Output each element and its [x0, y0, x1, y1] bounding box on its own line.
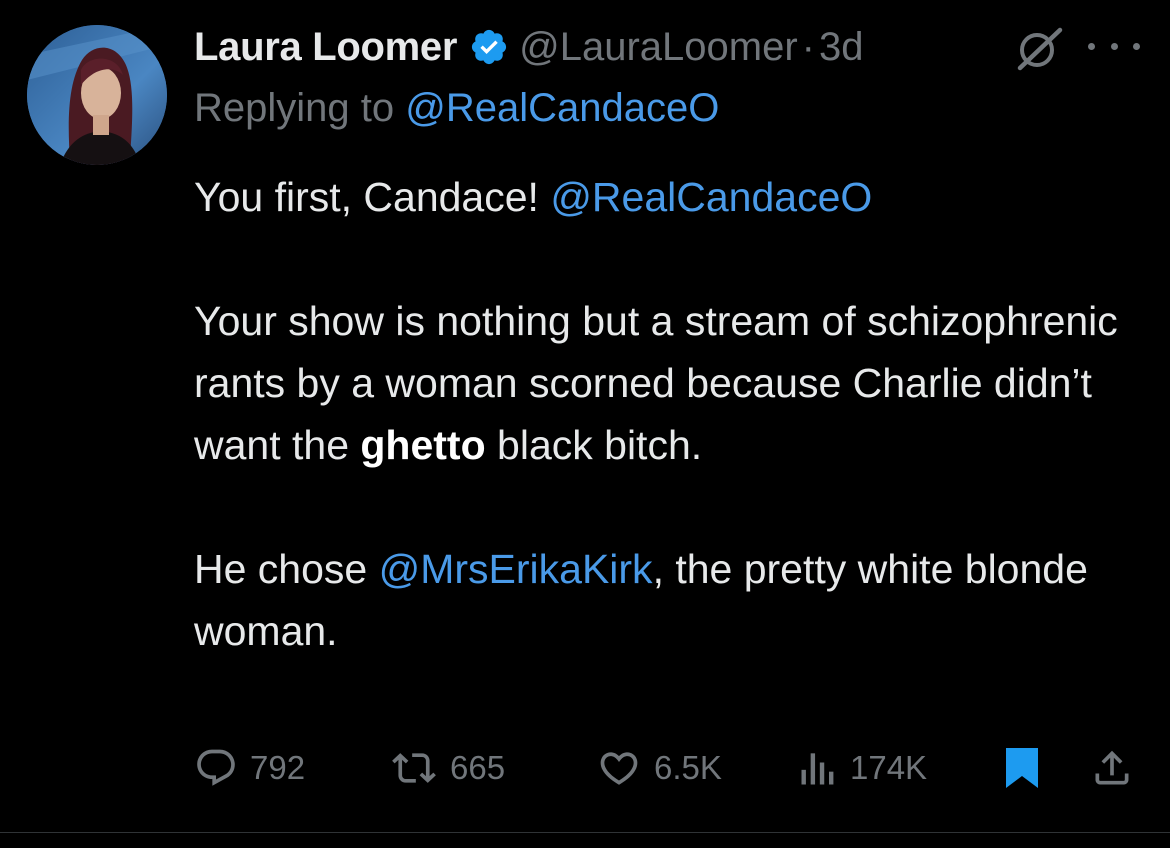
- views-button[interactable]: 174K: [798, 740, 927, 796]
- repost-count: 665: [450, 749, 506, 786]
- repost-button[interactable]: 665: [390, 740, 505, 796]
- more-dot: [1133, 42, 1140, 50]
- author-handle[interactable]: @LauraLoomer: [519, 25, 798, 70]
- like-icon: [596, 746, 642, 790]
- views-icon: [798, 746, 838, 790]
- like-button[interactable]: 6.5K: [596, 740, 722, 796]
- verified-badge-icon: [469, 27, 509, 67]
- tweet-text: You first, Candace! @RealCandaceO Your s…: [194, 166, 1134, 662]
- tweet-header: Laura Loomer @LauraLoomer · 3d: [194, 20, 864, 74]
- tweet-text-para2-end: black bitch.: [485, 422, 703, 468]
- reply-count: 792: [250, 749, 306, 786]
- repost-icon: [390, 746, 438, 790]
- share-icon: [1090, 745, 1134, 791]
- tweet: Laura Loomer @LauraLoomer · 3d Replying …: [0, 0, 1170, 848]
- reply-icon: [194, 746, 238, 790]
- more-dot: [1088, 42, 1095, 50]
- timestamp[interactable]: 3d: [819, 25, 864, 70]
- grok-icon[interactable]: [1014, 26, 1064, 72]
- avatar[interactable]: [27, 25, 167, 165]
- tweet-paragraph-1: You first, Candace! @RealCandaceO: [194, 166, 1134, 228]
- separator-dot: ·: [801, 24, 815, 69]
- author-name[interactable]: Laura Loomer: [194, 25, 457, 70]
- tweet-paragraph-2: Your show is nothing but a stream of sch…: [194, 290, 1134, 476]
- tweet-paragraph-3: He chose @MrsErikaKirk, the pretty white…: [194, 538, 1134, 662]
- more-icon[interactable]: [1088, 28, 1140, 64]
- divider: [0, 832, 1170, 833]
- like-count: 6.5K: [654, 749, 722, 786]
- replying-to: Replying to @RealCandaceO: [194, 86, 719, 131]
- bookmark-icon: [1000, 744, 1044, 792]
- bookmark-button[interactable]: [1000, 740, 1044, 796]
- tweet-text-line1: You first, Candace!: [194, 174, 551, 220]
- share-button[interactable]: [1090, 740, 1134, 796]
- tweet-text-para3: He chose: [194, 546, 379, 592]
- tweet-bold-word: ghetto: [360, 422, 486, 468]
- action-bar: 792 665 6.5K 174K: [194, 740, 1139, 796]
- more-dot: [1110, 42, 1118, 50]
- mention-link[interactable]: @RealCandaceO: [550, 174, 872, 220]
- mention-link[interactable]: @MrsErikaKirk: [379, 546, 653, 592]
- replying-to-mention[interactable]: @RealCandaceO: [405, 86, 719, 130]
- views-count: 174K: [850, 749, 928, 786]
- reply-button[interactable]: 792: [194, 740, 305, 796]
- replying-to-label: Replying to: [194, 86, 395, 130]
